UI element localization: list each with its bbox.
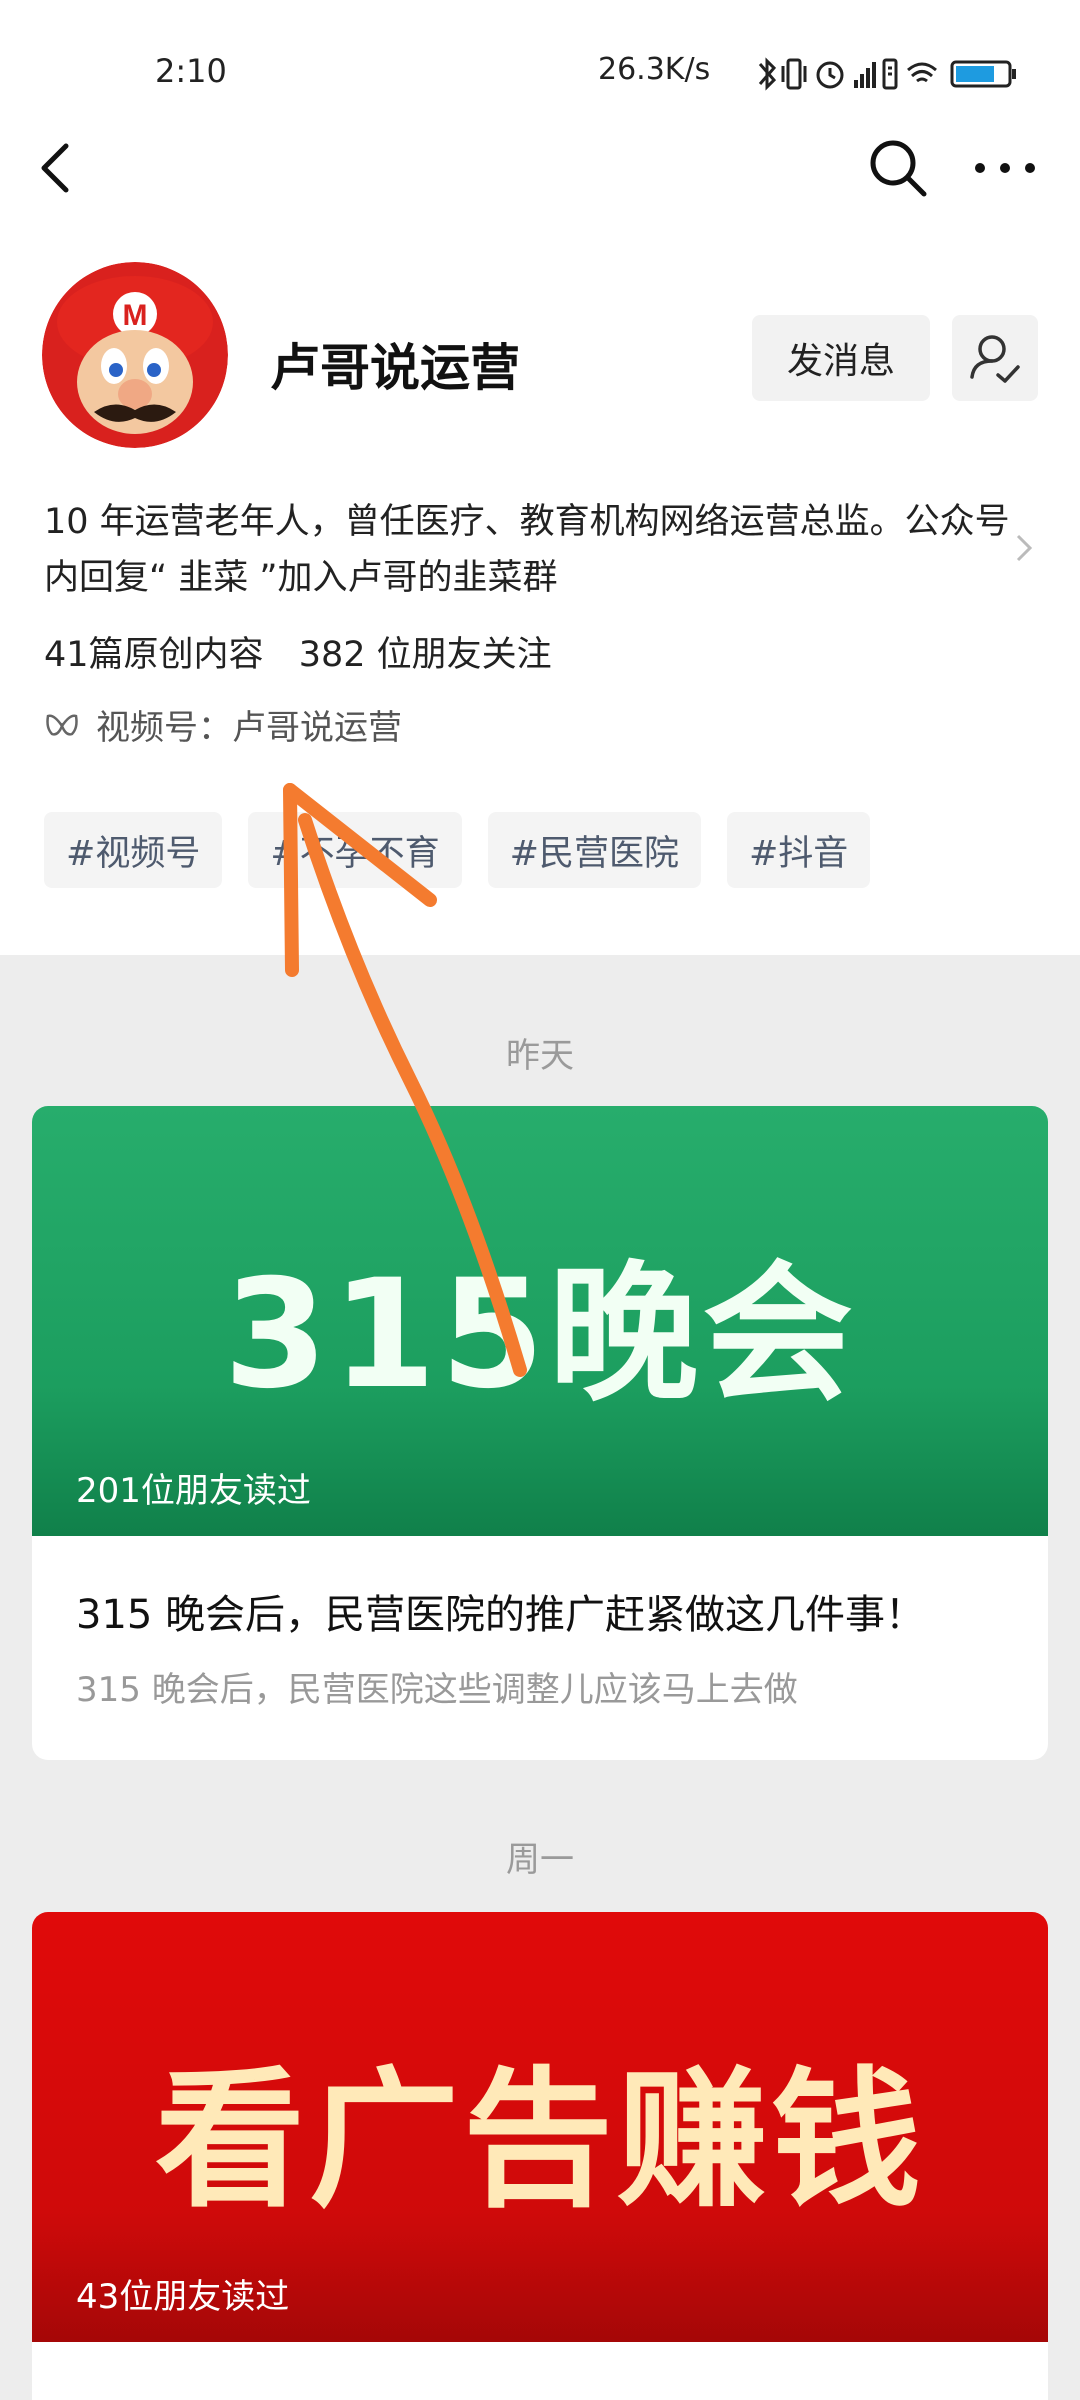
original-count: 41篇原创内容 xyxy=(44,635,264,675)
svg-text:M: M xyxy=(123,299,148,332)
video-channel-label: 视频号：卢哥说运营 xyxy=(96,708,402,748)
article-cover[interactable]: 315晚会 201位朋友读过 xyxy=(32,1106,1048,1536)
followers-count: 382 位朋友关注 xyxy=(298,635,552,675)
account-name: 卢哥说运营 xyxy=(270,339,520,397)
read-count: 201位朋友读过 xyxy=(76,1471,311,1511)
status-bar: 2:10 26.3K/s xyxy=(0,0,1080,140)
status-icons xyxy=(758,57,1016,91)
cover-text: 315晚会 xyxy=(223,1247,857,1422)
article-cover[interactable]: 看广告赚钱 43位朋友读过 xyxy=(32,1912,1048,2342)
tag-item[interactable]: #民营医院 xyxy=(487,812,701,888)
avatar[interactable]: M xyxy=(42,262,228,448)
tag-item[interactable]: #抖音 xyxy=(726,812,871,888)
back-icon[interactable] xyxy=(30,138,80,198)
article-card[interactable]: 315晚会 201位朋友读过 315 晚会后，民营医院的推广赶紧做这几件事！ 3… xyxy=(32,1106,1048,1760)
follow-settings-button[interactable] xyxy=(952,315,1038,401)
status-time: 2:10 xyxy=(155,52,227,90)
feed-date-label: 昨天 xyxy=(506,1036,574,1076)
feed-date-label: 周一 xyxy=(506,1840,574,1880)
cover-text: 看广告赚钱 xyxy=(154,2053,925,2228)
vibrate-icon xyxy=(781,58,807,90)
article-subtitle: 315 晚会后，民营医院这些调整儿应该马上去做 xyxy=(76,1670,798,1710)
article-title[interactable]: 学会用文字，才能在互联网上轻松赚钱 xyxy=(32,2342,1048,2400)
wifi-icon xyxy=(907,62,937,83)
user-check-icon xyxy=(970,335,1020,383)
more-icon[interactable] xyxy=(970,150,1040,186)
bluetooth-icon xyxy=(758,57,777,91)
tag-item[interactable]: #不孕不育 xyxy=(248,812,462,888)
video-channel-link[interactable]: 视频号：卢哥说运营 xyxy=(44,700,402,749)
read-count: 43位朋友读过 xyxy=(76,2277,290,2317)
video-channel-icon xyxy=(46,713,78,736)
network-speed: 26.3K/s xyxy=(598,52,711,87)
tag-item[interactable]: #视频号 xyxy=(44,812,223,888)
alarm-icon xyxy=(816,61,844,89)
send-message-button[interactable]: 发消息 xyxy=(752,315,930,401)
search-icon[interactable] xyxy=(866,136,930,200)
mario-avatar-image: M xyxy=(42,262,228,448)
account-stats: 41篇原创内容 382 位朋友关注 xyxy=(44,626,576,677)
signal-icon xyxy=(854,62,876,88)
chevron-right-icon[interactable] xyxy=(1012,530,1036,566)
article-card[interactable]: 看广告赚钱 43位朋友读过 学会用文字，才能在互联网上轻松赚钱 xyxy=(32,1912,1048,2400)
battery-icon xyxy=(950,60,1016,88)
article-title[interactable]: 315 晚会后，民营医院的推广赶紧做这几件事！ xyxy=(32,1536,1048,1640)
signal-icon-2 xyxy=(882,58,898,90)
account-bio[interactable]: 10 年运营老年人，曾任医疗、教育机构网络运营总监。公众号内回复“ 韭菜 ”加入… xyxy=(44,494,1024,606)
tag-list: #视频号 #不孕不育 #民营医院 #抖音 xyxy=(44,812,896,888)
